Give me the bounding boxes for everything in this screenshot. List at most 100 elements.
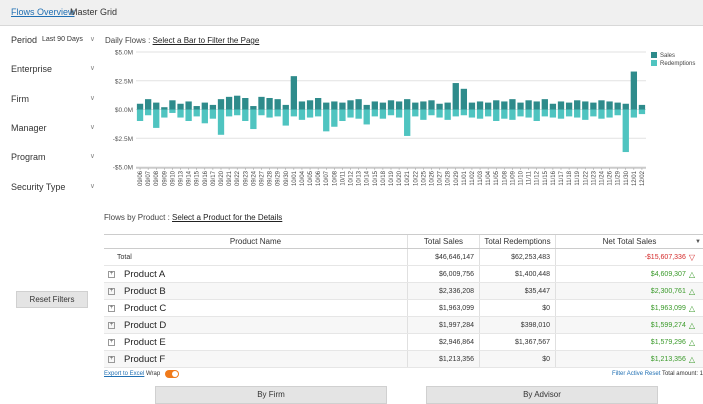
expand-icon[interactable]: +: [108, 287, 115, 295]
redemptions-bar[interactable]: [144, 109, 152, 116]
table-row[interactable]: + Product B $2,336,208 $35,447 $2,300,761 △: [104, 283, 703, 300]
sales-bar[interactable]: [501, 101, 508, 110]
sales-bar[interactable]: [339, 102, 346, 110]
sales-bar[interactable]: [484, 102, 492, 110]
redemptions-bar[interactable]: [209, 109, 217, 119]
redemptions-bar[interactable]: [185, 109, 192, 122]
col-header-total-redemptions[interactable]: Total Redemptions: [479, 235, 555, 248]
redemptions-bar[interactable]: [420, 109, 427, 120]
sales-bar[interactable]: [428, 100, 435, 110]
redemptions-bar[interactable]: [565, 109, 573, 117]
col-header-total-sales[interactable]: Total Sales: [407, 235, 479, 248]
redemptions-bar[interactable]: [258, 109, 265, 116]
tab-flows-overview[interactable]: Flows Overview: [11, 7, 75, 17]
redemptions-bar[interactable]: [574, 109, 581, 118]
by-advisor-button[interactable]: By Advisor: [426, 386, 658, 404]
sales-bar[interactable]: [565, 102, 573, 110]
sales-bar[interactable]: [622, 103, 629, 110]
sales-bar[interactable]: [395, 101, 403, 110]
redemptions-bar[interactable]: [549, 109, 557, 118]
redemptions-bar[interactable]: [395, 109, 403, 118]
redemptions-bar[interactable]: [201, 109, 208, 124]
redemptions-bar[interactable]: [493, 109, 500, 122]
redemptions-bar[interactable]: [217, 109, 225, 135]
sales-bar[interactable]: [371, 101, 378, 110]
sort-desc-icon[interactable]: ▼: [695, 239, 701, 245]
sales-bar[interactable]: [387, 100, 395, 110]
sales-bar[interactable]: [630, 71, 638, 110]
sales-bar[interactable]: [242, 98, 249, 110]
product-name[interactable]: Product B: [124, 286, 166, 297]
sales-bar[interactable]: [136, 103, 144, 110]
sales-bar[interactable]: [193, 106, 200, 110]
expand-icon[interactable]: +: [108, 304, 115, 312]
sales-bar[interactable]: [290, 76, 298, 110]
redemptions-bar[interactable]: [428, 109, 435, 116]
redemptions-bar[interactable]: [590, 109, 597, 117]
sales-bar[interactable]: [355, 99, 362, 110]
sales-bar[interactable]: [258, 96, 265, 110]
redemptions-bar[interactable]: [371, 109, 378, 117]
daily-flows-chart[interactable]: $5.0M$2.5M$0.0M-$2.5M-$5.0M09/06 09/07 09/…: [104, 47, 698, 207]
redemptions-bar[interactable]: [347, 109, 354, 118]
sales-bar[interactable]: [404, 99, 411, 110]
redemptions-bar[interactable]: [541, 109, 548, 117]
table-row[interactable]: + Product A $6,009,756 $1,400,448 $4,609,307…: [104, 266, 703, 283]
redemptions-bar[interactable]: [193, 109, 200, 117]
redemptions-bar[interactable]: [339, 109, 346, 122]
product-name[interactable]: Product C: [124, 303, 166, 314]
sales-bar[interactable]: [468, 102, 476, 110]
sales-bar[interactable]: [177, 103, 184, 110]
sales-bar[interactable]: [549, 103, 557, 110]
redemptions-bar[interactable]: [404, 109, 411, 136]
sales-bar[interactable]: [638, 104, 646, 110]
filter-firm[interactable]: Firm ∨: [11, 94, 95, 108]
expand-icon[interactable]: +: [108, 321, 115, 329]
sales-bar[interactable]: [412, 102, 419, 110]
product-name[interactable]: Product F: [124, 354, 165, 365]
redemptions-bar[interactable]: [630, 109, 638, 118]
sales-bar[interactable]: [598, 100, 605, 110]
redemptions-bar[interactable]: [379, 109, 387, 119]
product-name[interactable]: Product D: [124, 320, 166, 331]
table-row[interactable]: + Product C $1,963,099 $0 $1,963,099 △: [104, 300, 703, 317]
sales-bar[interactable]: [234, 95, 241, 110]
redemptions-bar[interactable]: [136, 109, 144, 122]
redemptions-bar[interactable]: [638, 109, 646, 115]
sales-bar[interactable]: [557, 101, 565, 110]
redemptions-bar[interactable]: [314, 109, 322, 117]
table-row[interactable]: + Product E $2,946,864 $1,367,567 $1,579,296…: [104, 334, 703, 351]
sales-bar[interactable]: [201, 102, 208, 110]
redemptions-bar[interactable]: [225, 109, 233, 117]
sales-bar[interactable]: [323, 102, 330, 110]
redemptions-bar[interactable]: [331, 109, 338, 127]
by-firm-button[interactable]: By Firm: [155, 386, 387, 404]
filter-enterprise[interactable]: Enterprise ∨: [11, 64, 95, 78]
sales-bar[interactable]: [306, 100, 314, 110]
sales-bar[interactable]: [185, 101, 192, 110]
redemptions-bar[interactable]: [622, 109, 629, 153]
sales-bar[interactable]: [452, 83, 459, 110]
redemptions-bar[interactable]: [614, 109, 621, 116]
sales-bar[interactable]: [144, 99, 152, 110]
sales-bar[interactable]: [379, 102, 387, 110]
redemptions-bar[interactable]: [169, 109, 176, 113]
sales-bar[interactable]: [606, 101, 613, 110]
redemptions-bar[interactable]: [161, 109, 168, 118]
export-to-excel-link[interactable]: Export to Excel: [104, 371, 144, 377]
redemptions-bar[interactable]: [598, 109, 605, 119]
product-name[interactable]: Product A: [124, 269, 165, 280]
sales-bar[interactable]: [217, 99, 225, 110]
redemptions-bar[interactable]: [557, 109, 565, 119]
product-name[interactable]: Product E: [124, 337, 166, 348]
redemptions-bar[interactable]: [452, 109, 459, 117]
redemptions-bar[interactable]: [476, 109, 484, 119]
redemptions-bar[interactable]: [306, 109, 314, 118]
sales-bar[interactable]: [444, 102, 451, 110]
redemptions-bar[interactable]: [250, 109, 257, 130]
redemptions-bar[interactable]: [509, 109, 516, 120]
sales-bar[interactable]: [363, 104, 370, 110]
sales-bar[interactable]: [493, 100, 500, 110]
filter-program[interactable]: Program ∨: [11, 152, 95, 166]
redemptions-bar[interactable]: [444, 109, 451, 120]
